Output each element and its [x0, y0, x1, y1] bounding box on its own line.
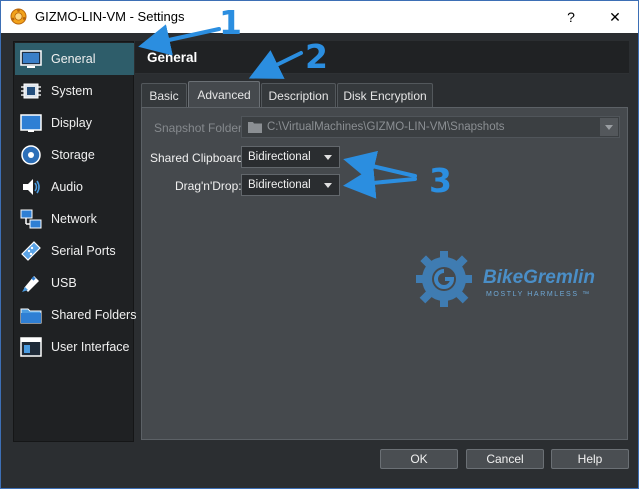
snapshot-folder-selector[interactable]: C:\VirtualMachines\GIZMO-LIN-VM\Snapshot… — [241, 116, 620, 138]
shared-clipboard-label: Shared Clipboard: — [150, 151, 247, 165]
cancel-button[interactable]: Cancel — [466, 449, 544, 469]
tab-disk-encryption[interactable]: Disk Encryption — [337, 83, 433, 107]
help-label: Help — [577, 452, 603, 466]
sidebar-item-display[interactable]: Display — [15, 107, 134, 139]
chevron-down-icon — [605, 124, 613, 130]
page-header: General — [135, 41, 629, 74]
chevron-down-icon — [324, 155, 332, 160]
settings-window: GIZMO-LIN-VM - Settings ? ✕ General Syst… — [0, 0, 639, 489]
bikegremlin-watermark: BikeGremlin MOSTLY HARMLESS ™ — [411, 249, 621, 309]
sidebar-item-usb[interactable]: USB — [15, 267, 134, 299]
snapshot-folder-path: C:\VirtualMachines\GIZMO-LIN-VM\Snapshot… — [267, 121, 505, 133]
general-icon — [20, 50, 42, 68]
close-button[interactable]: ✕ — [592, 1, 638, 33]
system-icon — [21, 83, 41, 99]
sidebar-item-label: Audio — [51, 180, 83, 194]
drag-n-drop-value: Bidirectional — [248, 179, 311, 191]
help-title-button[interactable]: ? — [548, 1, 594, 33]
annotation-number-2: 2 — [305, 37, 328, 76]
cancel-label: Cancel — [486, 452, 524, 466]
chevron-down-icon — [324, 183, 332, 188]
annotation-number-3: 3 — [429, 161, 452, 200]
tab-advanced[interactable]: Advanced — [188, 81, 260, 108]
tab-basic[interactable]: Basic — [141, 83, 187, 107]
window-title: GIZMO-LIN-VM - Settings — [35, 9, 185, 24]
usb-icon — [22, 276, 39, 292]
folder-icon — [248, 122, 262, 133]
virtualbox-app-icon — [10, 8, 27, 25]
audio-icon — [23, 179, 40, 195]
help-button[interactable]: Help — [551, 449, 629, 469]
tab-label: Basic — [149, 88, 179, 103]
shared-clipboard-value: Bidirectional — [248, 151, 311, 163]
settings-sidebar: General System Display Storage Audio Net… — [13, 41, 137, 442]
sidebar-item-label: USB — [51, 276, 77, 290]
sidebar-item-label: User Interface — [51, 340, 130, 354]
tab-description[interactable]: Description — [261, 83, 336, 107]
sidebar-item-general[interactable]: General — [15, 43, 134, 75]
watermark-name: BikeGremlin — [483, 267, 595, 288]
snapshot-folder-dropdown-button[interactable] — [600, 118, 618, 136]
sidebar-item-label: System — [51, 84, 93, 98]
page-title: General — [147, 50, 198, 65]
tab-label: Advanced — [197, 88, 251, 102]
annotation-number-1: 1 — [219, 3, 242, 42]
display-icon — [20, 114, 42, 132]
sidebar-item-user-interface[interactable]: User Interface — [15, 331, 134, 363]
sidebar-item-network[interactable]: Network — [15, 203, 134, 235]
sidebar-item-audio[interactable]: Audio — [15, 171, 134, 203]
tab-label: Disk Encryption — [343, 88, 427, 103]
sidebar-item-shared-folders[interactable]: Shared Folders — [15, 299, 137, 331]
storage-icon — [21, 145, 41, 165]
close-icon: ✕ — [609, 8, 621, 25]
help-glyph: ? — [567, 9, 575, 25]
sidebar-item-serial-ports[interactable]: Serial Ports — [15, 235, 134, 267]
tab-label: Description — [268, 88, 329, 103]
sidebar-item-label: Network — [51, 212, 97, 226]
snapshot-folder-label: Snapshot Folder: — [154, 121, 246, 135]
watermark-tagline: MOSTLY HARMLESS ™ — [486, 291, 591, 298]
sidebar-item-label: Display — [51, 116, 92, 130]
sidebar-item-label: Storage — [51, 148, 95, 162]
serial-ports-icon — [21, 241, 41, 261]
gear-logo-icon — [416, 251, 472, 307]
ok-label: OK — [410, 452, 428, 466]
ok-button[interactable]: OK — [380, 449, 458, 469]
drag-n-drop-select[interactable]: Bidirectional — [241, 174, 340, 196]
sidebar-item-label: Shared Folders — [51, 308, 137, 322]
shared-clipboard-select[interactable]: Bidirectional — [241, 146, 340, 168]
drag-n-drop-label: Drag'n'Drop: — [175, 179, 242, 193]
sidebar-item-label: Serial Ports — [51, 244, 116, 258]
user-interface-icon — [20, 337, 42, 357]
title-bar: GIZMO-LIN-VM - Settings ? ✕ — [1, 1, 638, 33]
sidebar-item-system[interactable]: System — [15, 75, 134, 107]
shared-folders-icon — [20, 308, 42, 324]
sidebar-item-storage[interactable]: Storage — [15, 139, 134, 171]
network-icon — [20, 209, 42, 229]
sidebar-item-label: General — [51, 52, 96, 66]
